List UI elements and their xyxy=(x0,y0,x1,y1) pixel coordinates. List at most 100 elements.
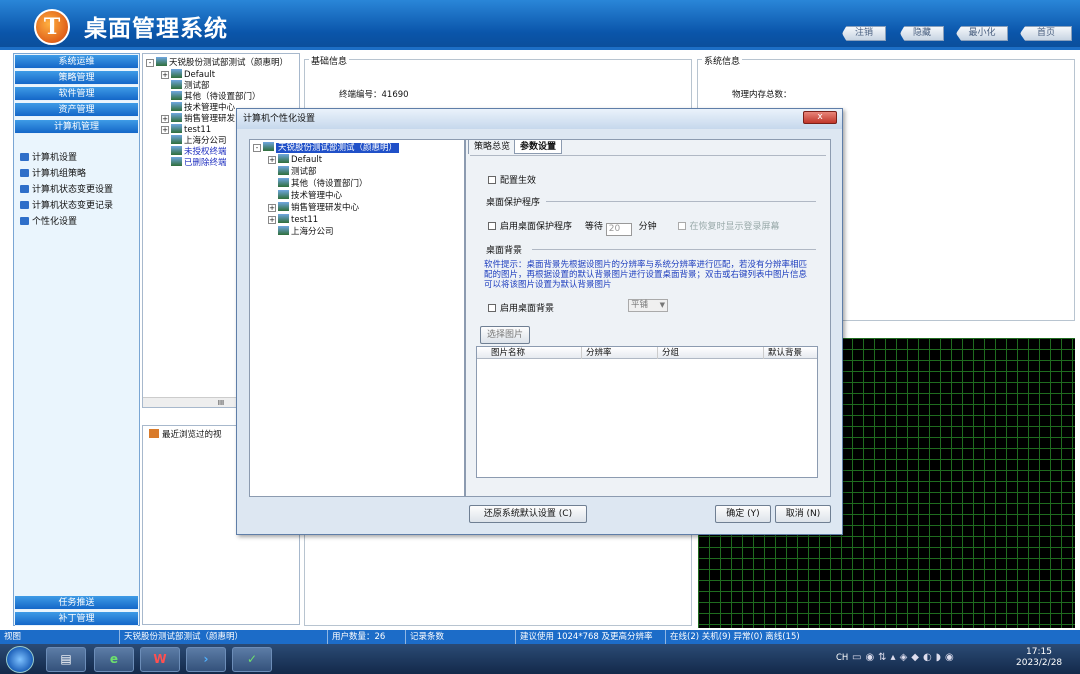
status-org: 天锐股份测试部测试（颜惠明） xyxy=(120,630,328,644)
bg-enable-checkbox[interactable] xyxy=(488,304,496,312)
tab-params[interactable]: 参数设置 xyxy=(514,139,563,154)
dialog-tree-node[interactable]: + test11 xyxy=(268,214,318,225)
dialog-tree-node[interactable]: + Default xyxy=(268,154,322,165)
hide-button[interactable]: 隐藏 xyxy=(900,26,944,41)
tree-node[interactable]: + test11 xyxy=(161,124,211,135)
app-arrow-icon[interactable]: › xyxy=(186,647,226,672)
group-icon xyxy=(278,178,289,187)
tree-node[interactable]: 上海分公司 xyxy=(171,135,227,146)
dialog-tree-node[interactable]: 技术管理中心 xyxy=(278,190,342,201)
nav-policy[interactable]: 策略管理 xyxy=(15,71,138,85)
org-icon xyxy=(263,142,274,151)
group-icon xyxy=(171,91,182,100)
tree-node[interactable]: + 销售管理研发 xyxy=(161,113,235,124)
group-icon xyxy=(278,226,289,235)
tree-node[interactable]: 其他（待设置部门） xyxy=(171,91,261,102)
show-login-checkbox[interactable] xyxy=(677,222,686,230)
status-suggest: 建议使用 1024*768 及更高分辨率 xyxy=(516,630,666,644)
choose-image-button[interactable]: 选择图片 xyxy=(480,326,530,344)
wps-icon[interactable]: W xyxy=(140,647,180,672)
status-view: 视图 xyxy=(0,630,120,644)
enable-config-row[interactable]: 配置生效 xyxy=(488,173,536,186)
left-nav: 系统运维 策略管理 软件管理 资产管理 计算机管理 计算机设置 计算机组策略 计… xyxy=(13,53,140,626)
dialog-tree-node[interactable]: 其他（待设置部门） xyxy=(278,178,368,189)
nav-item-computer-settings[interactable]: 计算机设置 xyxy=(20,151,77,165)
home-icon xyxy=(149,429,159,438)
group-icon xyxy=(278,166,289,175)
memory-row: 物理内存总数： xyxy=(732,90,792,100)
chevron-down-icon: ▼ xyxy=(659,301,665,309)
ok-button[interactable]: 确定 (Y) xyxy=(715,505,771,523)
start-button[interactable] xyxy=(6,646,34,673)
group-icon xyxy=(171,113,182,122)
nav-task-push[interactable]: 任务推送 xyxy=(15,596,138,610)
hint-text: 软件提示：桌面背景先根据设图片的分辨率与系统分辨率进行匹配，若没有分辨率相匹配的… xyxy=(484,260,808,290)
status-online: 在线(2) 关机(9) 异常(0) 离线(15) xyxy=(670,632,800,642)
table-header: 图片名称 分辨率 分组 默认背景 xyxy=(477,347,817,359)
nav-assets[interactable]: 资产管理 xyxy=(15,103,138,117)
show-login-row[interactable]: 在恢复时显示登录屏幕 xyxy=(677,222,780,232)
taskbar: ▤ e W › ✓ CH ▭◉⇅▴◈◆◐◗◉ 17:15 2023/2/28 xyxy=(0,644,1080,674)
cancel-button[interactable]: 取消 (N) xyxy=(775,505,831,523)
org-icon xyxy=(156,57,167,66)
screensaver-row: 启用桌面保护程序 等待 20 分钟 在恢复时显示登录屏幕 xyxy=(488,219,780,236)
shield-icon[interactable]: ✓ xyxy=(232,647,272,672)
nav-patch[interactable]: 补丁管理 xyxy=(15,612,138,626)
dialog-title: 计算机个性化设置 xyxy=(237,109,842,129)
group-icon xyxy=(278,154,289,163)
tree-node[interactable]: 技术管理中心 xyxy=(171,102,235,113)
browser-icon[interactable]: e xyxy=(94,647,134,672)
bg-enable-row[interactable]: 启用桌面背景 xyxy=(488,301,554,314)
nav-item-group-policy[interactable]: 计算机组策略 xyxy=(20,167,86,181)
status-records: 记录条数 xyxy=(406,630,516,644)
tree-node[interactable]: + Default xyxy=(161,69,215,80)
tray-icons[interactable]: ▭◉⇅▴◈◆◐◗◉ xyxy=(852,652,958,663)
tree-node-unauthorized[interactable]: 未授权终端 xyxy=(171,146,227,157)
group-icon xyxy=(278,202,289,211)
home-button[interactable]: 首页 xyxy=(1020,26,1072,41)
dialog-tree: - 天锐股份测试部测试（颜惠明） + Default 测试部 其他（待设置部门） 技… xyxy=(249,139,465,497)
group-icon xyxy=(278,214,289,223)
dialog-tree-root[interactable]: - 天锐股份测试部测试（颜惠明） xyxy=(253,142,400,153)
monitor-icon xyxy=(20,217,29,225)
minimize-button[interactable]: 最小化 xyxy=(956,26,1008,41)
group-icon xyxy=(278,190,289,199)
wait-minutes-input[interactable]: 20 xyxy=(605,223,632,236)
group-icon xyxy=(171,124,182,133)
terminal-no-row: 终端编号：41690 xyxy=(339,90,409,100)
nav-item-personalize[interactable]: 个性化设置 xyxy=(20,215,77,229)
close-icon[interactable]: x xyxy=(803,111,837,124)
lang-indicator[interactable]: CH xyxy=(836,653,848,663)
group-icon xyxy=(171,146,182,155)
image-table: 图片名称 分辨率 分组 默认背景 xyxy=(476,346,818,478)
dialog-tree-node[interactable]: 测试部 xyxy=(278,166,317,177)
nav-item-status-records[interactable]: 计算机状态变更记录 xyxy=(20,199,113,213)
restore-defaults-button[interactable]: 还原系统默认设置 (C) xyxy=(469,505,587,523)
nav-system-ops[interactable]: 系统运维 xyxy=(15,55,138,69)
tab-overview[interactable]: 策略总览 xyxy=(468,139,517,154)
dialog-tree-node[interactable]: 上海分公司 xyxy=(278,226,334,237)
tree-node-deleted[interactable]: 已删除终端 xyxy=(171,157,227,168)
tree-node[interactable]: 测试部 xyxy=(171,80,210,91)
tree-root[interactable]: - 天锐股份测试部测试（颜惠明） xyxy=(146,57,288,68)
app-title: 桌面管理系统 xyxy=(84,16,228,42)
status-bar: 视图 天锐股份测试部测试（颜惠明） 用户数量：26 记录条数 建议使用 1024… xyxy=(0,630,1080,644)
group-icon xyxy=(171,157,182,166)
clock[interactable]: 17:15 2023/2/28 xyxy=(1016,647,1062,669)
group-icon xyxy=(171,135,182,144)
logout-button[interactable]: 注销 xyxy=(842,26,886,41)
recent-item[interactable]: 最近浏览过的视 xyxy=(149,429,222,440)
monitor-icon xyxy=(20,201,29,209)
nav-computer[interactable]: 计算机管理 xyxy=(15,120,138,134)
bg-mode-select[interactable]: 平铺 ▼ xyxy=(628,299,668,312)
app-logo: T xyxy=(34,9,70,45)
nav-software[interactable]: 软件管理 xyxy=(15,87,138,101)
computer-icon xyxy=(20,153,29,161)
explorer-icon[interactable]: ▤ xyxy=(46,647,86,672)
nav-item-status-settings[interactable]: 计算机状态变更设置 xyxy=(20,183,113,197)
dialog-tree-node[interactable]: + 销售管理研发中心 xyxy=(268,202,359,213)
screensaver-checkbox[interactable] xyxy=(488,222,496,230)
bg-title: 桌面背景 xyxy=(486,246,523,256)
group-icon xyxy=(20,169,29,177)
enable-config-checkbox[interactable] xyxy=(488,176,496,184)
